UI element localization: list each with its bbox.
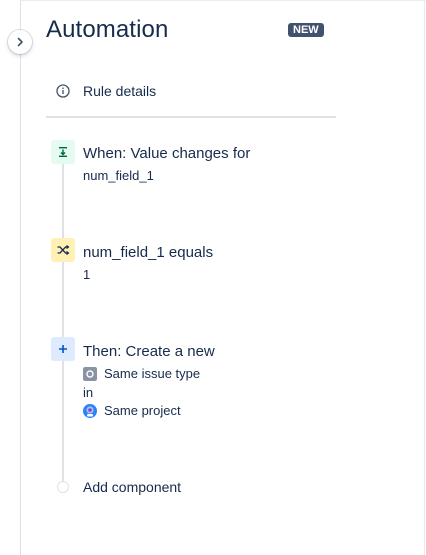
condition-shuffle-icon <box>57 245 70 255</box>
plus-icon <box>59 345 67 353</box>
header-divider <box>46 116 336 118</box>
rule-details-label: Rule details <box>83 83 157 99</box>
project-label: Same project <box>104 403 181 418</box>
panel-right-border <box>424 0 425 555</box>
chevron-right-icon <box>17 37 23 47</box>
issue-type-row: Same issue type <box>83 366 200 381</box>
page-title: Automation <box>46 16 169 43</box>
project-row: Same project <box>83 403 181 418</box>
info-icon <box>56 84 70 98</box>
issue-type-label: Same issue type <box>104 366 201 381</box>
rule-timeline-line <box>62 150 64 486</box>
add-component-button[interactable]: Add component <box>83 479 181 495</box>
action-step-icon <box>51 337 75 361</box>
condition-step-title[interactable]: num_field_1 equals <box>83 244 213 261</box>
new-badge: NEW <box>288 23 324 37</box>
trigger-step-icon <box>51 140 75 164</box>
project-avatar-icon <box>83 403 97 418</box>
trigger-step-title[interactable]: When: Value changes for <box>83 145 250 162</box>
condition-step-value: 1 <box>83 267 91 282</box>
condition-step-icon <box>51 238 75 262</box>
panel-left-border <box>20 0 21 555</box>
trigger-step-field: num_field_1 <box>83 168 154 183</box>
trigger-icon <box>59 147 67 157</box>
collapse-panel-button[interactable] <box>8 30 32 54</box>
panel-top-border <box>20 0 426 1</box>
action-step-title[interactable]: Then: Create a new <box>83 343 215 360</box>
rule-details-link[interactable]: Rule details <box>56 83 156 99</box>
add-component-dot <box>57 481 69 493</box>
in-label: in <box>83 385 94 400</box>
issue-type-icon <box>83 366 97 381</box>
